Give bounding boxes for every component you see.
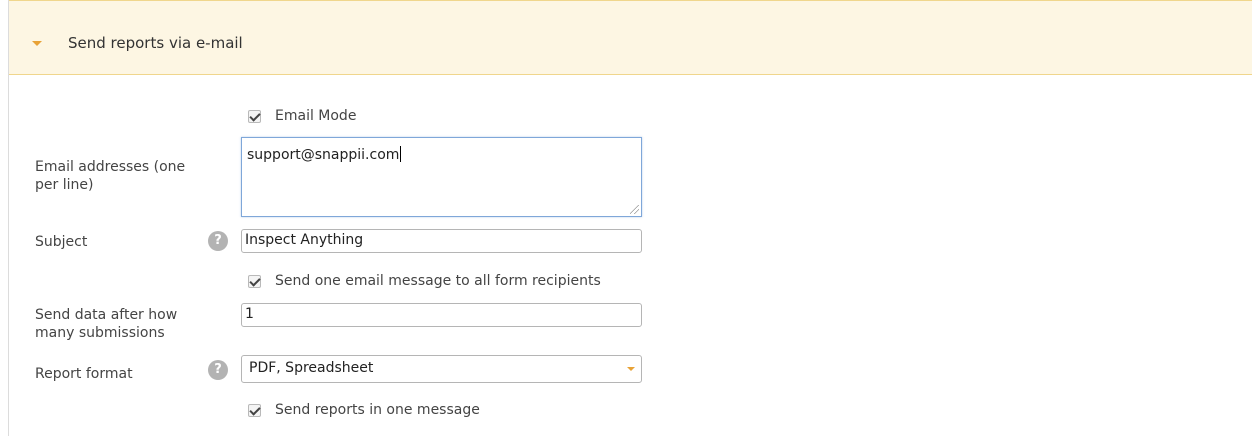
report-format-help-icon[interactable]: ?: [208, 360, 228, 380]
collapse-arrow-icon[interactable]: [32, 41, 42, 46]
email-addresses-label-line1: Email addresses (one: [35, 159, 186, 175]
email-mode-label: Email Mode: [275, 108, 357, 124]
email-settings-panel: Send reports via e-mail Email Mode Email…: [8, 0, 1252, 436]
send-after-label: Send data after how many submissions: [35, 306, 177, 342]
subject-value: Inspect Anything: [245, 232, 364, 248]
dropdown-arrow-icon[interactable]: [627, 367, 635, 371]
send-one-message-label: Send one email message to all form recip…: [275, 273, 601, 289]
send-after-input[interactable]: 1: [241, 303, 642, 327]
send-reports-one-message-label: Send reports in one message: [275, 402, 480, 418]
report-format-select[interactable]: PDF, Spreadsheet: [241, 355, 642, 383]
text-caret: [400, 146, 402, 162]
email-addresses-textarea[interactable]: support@snappii.com: [241, 137, 642, 217]
resize-handle-icon[interactable]: [630, 205, 639, 214]
subject-help-icon[interactable]: ?: [208, 231, 228, 251]
send-after-value: 1: [245, 306, 254, 322]
send-reports-one-message-checkbox[interactable]: [248, 404, 261, 417]
email-addresses-label: Email addresses (one per line): [35, 158, 185, 194]
send-one-message-checkbox[interactable]: [248, 275, 261, 288]
subject-input[interactable]: Inspect Anything: [241, 229, 642, 253]
report-format-value: PDF, Spreadsheet: [249, 360, 374, 376]
section-header[interactable]: Send reports via e-mail: [9, 0, 1252, 75]
email-addresses-label-line2: per line): [35, 177, 94, 193]
send-after-label-line1: Send data after how: [35, 307, 178, 323]
report-format-label: Report format: [35, 366, 133, 382]
subject-label: Subject: [35, 234, 88, 250]
email-addresses-value: support@snappii.com: [247, 146, 402, 163]
send-after-label-line2: many submissions: [35, 325, 165, 341]
email-mode-checkbox[interactable]: [248, 110, 261, 123]
section-title: Send reports via e-mail: [68, 34, 243, 52]
